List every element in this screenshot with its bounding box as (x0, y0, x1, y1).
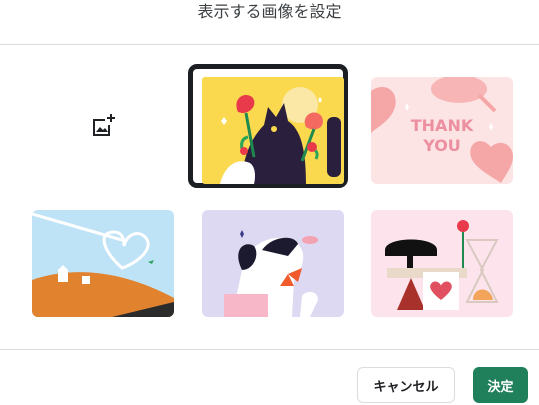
bottom-divider (0, 349, 539, 350)
top-divider (0, 44, 539, 45)
thank-text: THANK (411, 116, 474, 135)
you-text: YOU (422, 136, 461, 155)
dialog-title: 表示する画像を設定 (197, 2, 342, 21)
ok-button[interactable]: 決定 (473, 367, 528, 403)
image-tile-heart-sky[interactable] (32, 210, 174, 317)
image-tile-hourglass-rose[interactable] (371, 210, 513, 317)
image-tile-dog-bow[interactable] (202, 210, 344, 317)
image-tile-thank-you[interactable]: THANK YOU (371, 77, 513, 184)
upload-image-tile[interactable] (32, 72, 174, 179)
cancel-button[interactable]: キャンセル (357, 367, 455, 403)
add-photo-icon (90, 113, 116, 139)
image-tile-cat-flowers[interactable] (202, 77, 344, 184)
